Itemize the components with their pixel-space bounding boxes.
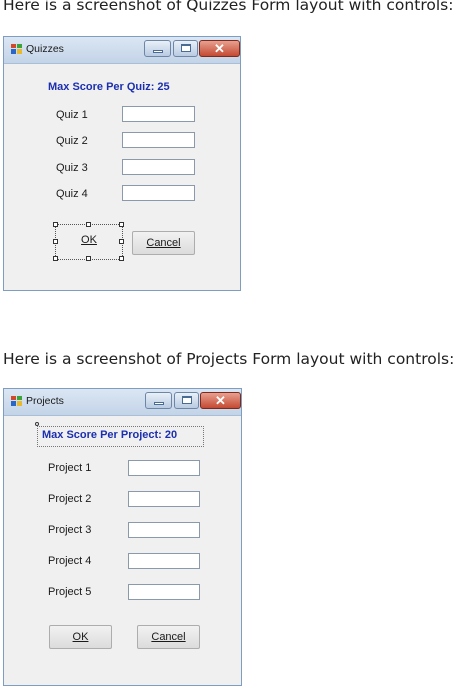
- project-max-score-heading: Max Score Per Project: 20: [42, 429, 178, 441]
- close-icon: ✕: [214, 41, 225, 56]
- close-button[interactable]: ✕: [199, 40, 240, 57]
- minimize-button[interactable]: [144, 40, 171, 57]
- move-handle[interactable]: [35, 422, 39, 426]
- project-4-input[interactable]: [128, 553, 200, 569]
- quiz-3-label: Quiz 3: [56, 162, 88, 174]
- project-1-label: Project 1: [48, 462, 92, 474]
- project-5-label: Project 5: [48, 586, 92, 598]
- quiz-ok-button[interactable]: OK: [64, 229, 114, 253]
- quiz-2-label: Quiz 2: [56, 135, 88, 147]
- maximize-icon: [182, 396, 192, 404]
- quiz-max-score-heading: Max Score Per Quiz: 25: [48, 81, 170, 93]
- maximize-button[interactable]: [173, 40, 198, 57]
- project-5-input[interactable]: [128, 584, 200, 600]
- form-app-icon: [11, 396, 22, 406]
- quizzes-window: Quizzes ✕ Max Score Per Quiz: 25 Quiz 1 …: [3, 36, 241, 291]
- projects-caption: Here is a screenshot of Projects Form la…: [3, 350, 455, 368]
- project-3-label: Project 3: [48, 524, 92, 536]
- project-3-input[interactable]: [128, 522, 200, 538]
- project-ok-button[interactable]: OK: [49, 625, 112, 649]
- quiz-2-input[interactable]: [122, 132, 195, 148]
- quizzes-window-title: Quizzes: [26, 43, 64, 55]
- project-4-label: Project 4: [48, 555, 92, 567]
- quiz-1-input[interactable]: [122, 106, 195, 122]
- resize-handle[interactable]: [119, 256, 124, 261]
- quizzes-titlebar[interactable]: Quizzes ✕: [4, 37, 240, 64]
- projects-form-body: Max Score Per Project: 20 Project 1 Proj…: [4, 416, 241, 685]
- resize-handle[interactable]: [119, 222, 124, 227]
- resize-handle[interactable]: [119, 239, 124, 244]
- maximize-icon: [181, 44, 191, 52]
- minimize-icon: [153, 50, 163, 53]
- quiz-cancel-button[interactable]: Cancel: [132, 231, 195, 255]
- resize-handle[interactable]: [53, 222, 58, 227]
- project-cancel-button[interactable]: Cancel: [137, 625, 200, 649]
- quizzes-caption: Here is a screenshot of Quizzes Form lay…: [3, 0, 454, 14]
- maximize-button[interactable]: [174, 392, 199, 409]
- close-icon: ✕: [215, 393, 226, 408]
- quiz-3-input[interactable]: [122, 159, 195, 175]
- resize-handle[interactable]: [86, 256, 91, 261]
- minimize-icon: [154, 402, 164, 405]
- quizzes-form-body: Max Score Per Quiz: 25 Quiz 1 Quiz 2 Qui…: [4, 64, 240, 290]
- quiz-1-label: Quiz 1: [56, 109, 88, 121]
- resize-handle[interactable]: [86, 222, 91, 227]
- projects-window-title: Projects: [26, 395, 64, 407]
- project-2-label: Project 2: [48, 493, 92, 505]
- resize-handle[interactable]: [53, 256, 58, 261]
- form-app-icon: [11, 44, 22, 54]
- resize-handle[interactable]: [53, 239, 58, 244]
- projects-titlebar[interactable]: Projects ✕: [4, 389, 241, 416]
- project-2-input[interactable]: [128, 491, 200, 507]
- project-1-input[interactable]: [128, 460, 200, 476]
- quiz-4-input[interactable]: [122, 185, 195, 201]
- quiz-4-label: Quiz 4: [56, 188, 88, 200]
- minimize-button[interactable]: [145, 392, 172, 409]
- projects-window: Projects ✕ Max Score Per Project: 20 Pro…: [3, 388, 242, 686]
- close-button[interactable]: ✕: [200, 392, 241, 409]
